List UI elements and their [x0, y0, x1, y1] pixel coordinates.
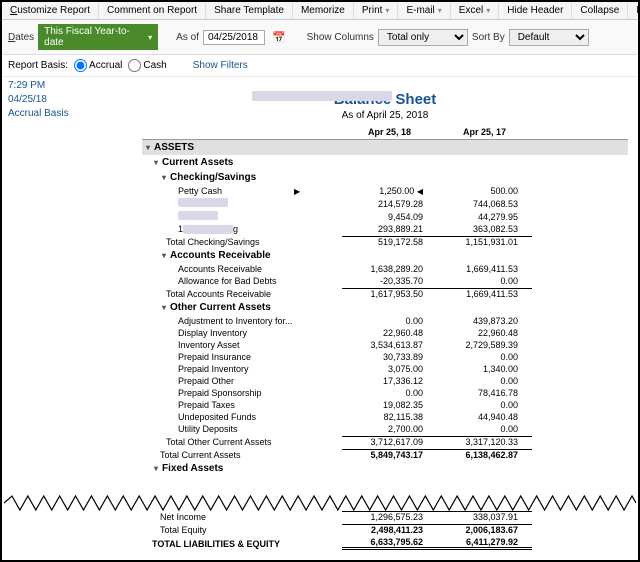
table-row: 1g293,889.21363,082.53 [142, 223, 628, 235]
table-row: Net Income1,296,575.23338,037.91 [142, 510, 628, 523]
dates-label: Dates [8, 32, 34, 43]
excel-btn[interactable]: Excel [451, 2, 499, 19]
table-row: Total Equity2,498,411.232,006,183.67 [142, 523, 628, 536]
fixed-assets-group[interactable]: Fixed Assets [142, 461, 628, 476]
report-body: Balance Sheet As of April 25, 2018 Apr 2… [142, 91, 628, 476]
showcol-label: Show Columns [307, 32, 374, 43]
table-row: Inventory Asset3,534,613.872,729,589.39 [142, 339, 628, 351]
refresh-btn[interactable]: Refresh [628, 2, 640, 19]
table-row: 9,454.0944,279.95 [142, 210, 628, 223]
company-redacted [252, 91, 392, 101]
current-assets-group[interactable]: Current Assets [142, 155, 628, 170]
basis-text: Accrual Basis [8, 108, 69, 119]
share-btn[interactable]: Share Template [206, 2, 293, 19]
collapse-btn[interactable]: Collapse [572, 2, 628, 19]
cash-radio[interactable]: Cash [128, 59, 166, 72]
column-header: Apr 25, 18Apr 25, 17 [142, 125, 628, 140]
time-text: 7:29 PM [8, 80, 69, 91]
sortby-select[interactable]: Default [509, 29, 589, 46]
customize-report-btn[interactable]: CCustomize Reportustomize Report [2, 2, 99, 19]
table-row: Total Checking/Savings519,172.581,151,93… [142, 235, 628, 248]
table-row: 214,579.28744,068.53 [142, 197, 628, 210]
filter-bar: Dates This Fiscal Year-to-date As of 📅 S… [2, 20, 638, 55]
table-row: Accounts Receivable1,638,289.201,669,411… [142, 263, 628, 275]
table-row: Petty Cash1,250.00 ◀500.00▶ [142, 185, 628, 197]
comment-btn[interactable]: Comment on Report [99, 2, 206, 19]
table-row: Total Accounts Receivable1,617,953.501,6… [142, 287, 628, 300]
asof-input[interactable] [203, 30, 265, 45]
table-row: Display Inventory22,960.4822,960.48 [142, 327, 628, 339]
asof-label: As of [176, 32, 199, 43]
table-row: Prepaid Sponsorship0.0078,416.78 [142, 387, 628, 399]
table-row: Total Other Current Assets3,712,617.093,… [142, 435, 628, 448]
memorize-btn[interactable]: Memorize [293, 2, 354, 19]
toolbar: CCustomize Reportustomize Report Comment… [2, 2, 638, 20]
table-row: Prepaid Insurance30,733.890.00 [142, 351, 628, 363]
hide-header-btn[interactable]: Hide Header [499, 2, 572, 19]
report-subtitle: As of April 25, 2018 [142, 110, 628, 121]
table-row: Adjustment to Inventory for...0.00439,87… [142, 315, 628, 327]
report-basis-bar: Report Basis: Accrual Cash Show Filters [2, 55, 638, 77]
table-row: Utility Deposits2,700.000.00 [142, 423, 628, 435]
sidebar-info: 7:29 PM 04/25/18 Accrual Basis [8, 80, 69, 122]
print-btn[interactable]: Print [354, 2, 399, 19]
report-footer: Net Income1,296,575.23338,037.91 Total E… [142, 510, 628, 551]
table-row: Prepaid Other17,336.120.00 [142, 375, 628, 387]
basis-label: Report Basis: [8, 60, 68, 71]
oca-group[interactable]: Other Current Assets [142, 300, 628, 315]
accrual-radio[interactable]: Accrual [74, 59, 122, 72]
table-row: Prepaid Inventory3,075.001,340.00 [142, 363, 628, 375]
table-row: Allowance for Bad Debts-20,335.700.00 [142, 275, 628, 287]
ar-group[interactable]: Accounts Receivable [142, 248, 628, 263]
table-row: TOTAL LIABILITIES & EQUITY6,633,795.626,… [142, 536, 628, 551]
date-range-select[interactable]: This Fiscal Year-to-date [38, 24, 158, 50]
calendar-icon[interactable]: 📅 [269, 31, 289, 44]
table-row: Undeposited Funds82,115.3844,940.48 [142, 411, 628, 423]
table-row: Total Current Assets5,849,743.176,138,46… [142, 448, 628, 461]
sortby-label: Sort By [472, 32, 505, 43]
showcol-select[interactable]: Total only [378, 29, 468, 46]
date-text: 04/25/18 [8, 94, 69, 105]
assets-section[interactable]: ASSETS [142, 140, 628, 155]
show-filters-link[interactable]: Show Filters [193, 60, 248, 71]
email-btn[interactable]: E-mail [398, 2, 450, 19]
table-row: Prepaid Taxes19,082.350.00 [142, 399, 628, 411]
checking-savings-group[interactable]: Checking/Savings [142, 170, 628, 185]
